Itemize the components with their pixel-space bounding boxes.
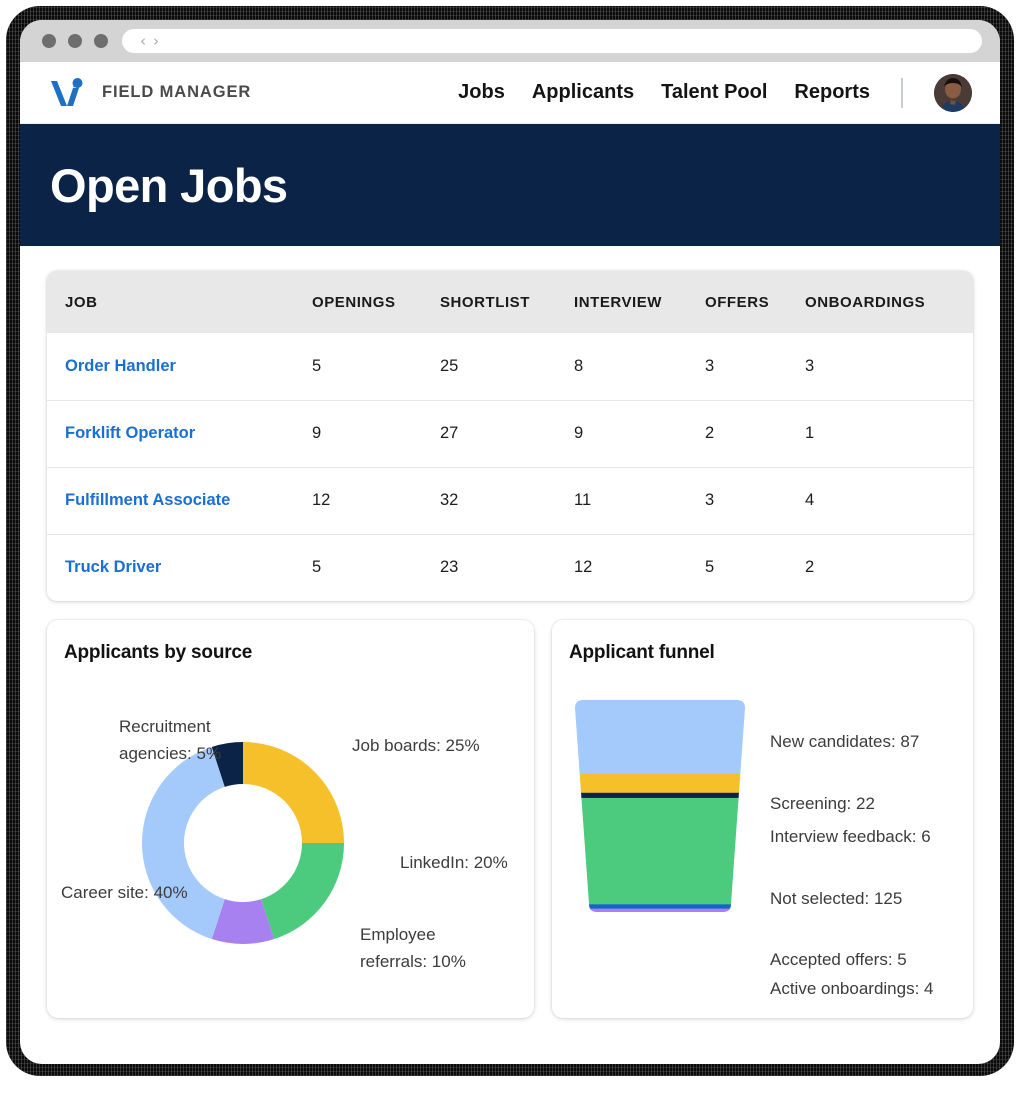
cell-interview: 12 bbox=[574, 533, 705, 601]
donut-label-recruitment-agencies-l2: agencies: 5% bbox=[119, 744, 221, 763]
donut-slice-linkedin bbox=[261, 843, 344, 940]
cell-shortlist: 32 bbox=[440, 466, 574, 534]
funnel-label-screening: Screening: 22 bbox=[770, 794, 875, 813]
donut-label-linkedin: LinkedIn: 20% bbox=[400, 853, 508, 872]
donut-slice-job-boards bbox=[243, 742, 344, 843]
cell-interview: 11 bbox=[574, 466, 705, 534]
nav-divider bbox=[901, 77, 903, 108]
avatar[interactable] bbox=[934, 73, 972, 112]
funnel-band-new-candidates bbox=[575, 700, 745, 775]
close-window-icon[interactable] bbox=[42, 34, 56, 48]
col-offers: OFFERS bbox=[705, 271, 805, 333]
cell-interview: 8 bbox=[574, 356, 584, 375]
nav-link-applicants[interactable]: Applicants bbox=[532, 81, 634, 104]
col-shortlist: SHORTLIST bbox=[440, 271, 574, 333]
funnel-bands bbox=[575, 700, 745, 912]
maximize-window-icon[interactable] bbox=[94, 34, 108, 48]
table-body: Order Handler 5 25 8 3 3 Forklift Operat… bbox=[47, 333, 973, 601]
brand-name: FIELD MANAGER bbox=[102, 83, 252, 101]
cell-onboardings: 2 bbox=[805, 533, 973, 601]
donut-label-job-boards: Job boards: 25% bbox=[352, 736, 480, 755]
nav-link-talent-pool[interactable]: Talent Pool bbox=[661, 81, 767, 104]
donut-label-career-site: Career site: 40% bbox=[61, 883, 188, 902]
funnel-band-accepted-offers bbox=[575, 904, 745, 910]
cell-interview: 9 bbox=[574, 399, 705, 467]
cell-openings: 5 bbox=[312, 533, 440, 601]
v-logo[interactable] bbox=[46, 73, 86, 113]
funnel-label-active-onboardings: Active onboardings: 4 bbox=[770, 979, 934, 998]
back-icon[interactable]: ‹ bbox=[140, 33, 146, 49]
job-link[interactable]: Forklift Operator bbox=[65, 424, 195, 442]
cell-openings: 5 bbox=[312, 356, 322, 375]
funnel-label-interview-feedback: Interview feedback: 6 bbox=[770, 827, 931, 846]
table-row[interactable]: Fulfillment Associate 12 32 11 3 4 bbox=[47, 466, 973, 534]
table-row[interactable]: Forklift Operator 9 27 9 2 1 bbox=[47, 399, 973, 467]
primary-nav: Jobs Applicants Talent Pool Reports bbox=[458, 73, 972, 112]
donut-slices bbox=[142, 742, 344, 944]
col-job: JOB bbox=[47, 271, 312, 333]
page-hero: Open Jobs bbox=[20, 124, 1000, 246]
funnel-band-not-selected bbox=[575, 797, 745, 905]
col-interview: INTERVIEW bbox=[574, 271, 705, 333]
nav-link-jobs[interactable]: Jobs bbox=[458, 81, 505, 104]
browser-chrome: ‹ › bbox=[20, 20, 1000, 62]
cell-openings: 9 bbox=[312, 399, 440, 467]
cell-shortlist: 23 bbox=[440, 533, 574, 601]
cell-onboardings: 1 bbox=[805, 399, 973, 467]
url-bar[interactable]: ‹ › bbox=[122, 29, 982, 53]
traffic-lights bbox=[42, 34, 108, 48]
cell-offers: 3 bbox=[705, 466, 805, 534]
table-header-row: JOB OPENINGS SHORTLIST INTERVIEW OFFERS … bbox=[47, 271, 973, 333]
applicants-by-source-card: Applicants by source Recruitment agencie… bbox=[47, 620, 534, 1018]
col-onboardings: ONBOARDINGS bbox=[805, 271, 973, 333]
applicants-by-source-donut: Recruitment agencies: 5% Job boards: 25%… bbox=[61, 717, 508, 971]
funnel-band-screening bbox=[575, 774, 745, 794]
job-link[interactable]: Fulfillment Associate bbox=[65, 491, 230, 509]
table-head: JOB OPENINGS SHORTLIST INTERVIEW OFFERS … bbox=[47, 271, 973, 333]
minimize-window-icon[interactable] bbox=[68, 34, 82, 48]
funnel-label-not-selected: Not selected: 125 bbox=[770, 889, 902, 908]
donut-label-employee-referrals-l2: referrals: 10% bbox=[360, 952, 466, 971]
applicant-funnel-chart: New candidates: 87 Screening: 22 Intervi… bbox=[575, 700, 934, 998]
funnel-band-active-onboardings bbox=[575, 908, 745, 912]
donut-label-recruitment-agencies-l1: Recruitment bbox=[119, 717, 211, 736]
funnel-label-new-candidates: New candidates: 87 bbox=[770, 732, 919, 751]
cell-offers: 3 bbox=[705, 356, 715, 375]
job-link[interactable]: Truck Driver bbox=[65, 558, 161, 576]
page-title: Open Jobs bbox=[50, 158, 288, 212]
donut-label-employee-referrals-l1: Employee bbox=[360, 925, 436, 944]
col-openings: OPENINGS bbox=[312, 271, 440, 333]
cell-shortlist: 25 bbox=[440, 356, 459, 375]
charts-row: Applicants by source Recruitment agencie… bbox=[47, 620, 973, 1018]
funnel-band-interview-feedback bbox=[575, 792, 745, 799]
cell-onboardings: 3 bbox=[805, 356, 815, 375]
cell-shortlist: 27 bbox=[440, 399, 574, 467]
donut-slice-career-site bbox=[142, 746, 225, 940]
cell-onboardings: 4 bbox=[805, 466, 973, 534]
page-content: JOB OPENINGS SHORTLIST INTERVIEW OFFERS … bbox=[20, 246, 1000, 1018]
browser-window: ‹ › FIELD MANAGER Jobs Applicants Talent… bbox=[20, 20, 1000, 1064]
nav-link-reports[interactable]: Reports bbox=[794, 81, 870, 104]
cell-offers: 2 bbox=[705, 399, 805, 467]
funnel-label-accepted-offers: Accepted offers: 5 bbox=[770, 950, 907, 969]
applicant-funnel-card: Applicant funnel New candidates: 87 Scre… bbox=[552, 620, 973, 1018]
job-link[interactable]: Order Handler bbox=[65, 357, 176, 375]
app-navbar: FIELD MANAGER Jobs Applicants Talent Poo… bbox=[20, 62, 1000, 124]
open-jobs-table-card: JOB OPENINGS SHORTLIST INTERVIEW OFFERS … bbox=[47, 271, 973, 601]
table-row[interactable]: Order Handler 5 25 8 3 3 bbox=[47, 333, 973, 400]
table-row[interactable]: Truck Driver 5 23 12 5 2 bbox=[47, 533, 973, 601]
forward-icon[interactable]: › bbox=[153, 33, 159, 49]
cell-offers: 5 bbox=[705, 533, 805, 601]
open-jobs-table: JOB OPENINGS SHORTLIST INTERVIEW OFFERS … bbox=[47, 271, 973, 601]
cell-openings: 12 bbox=[312, 466, 440, 534]
